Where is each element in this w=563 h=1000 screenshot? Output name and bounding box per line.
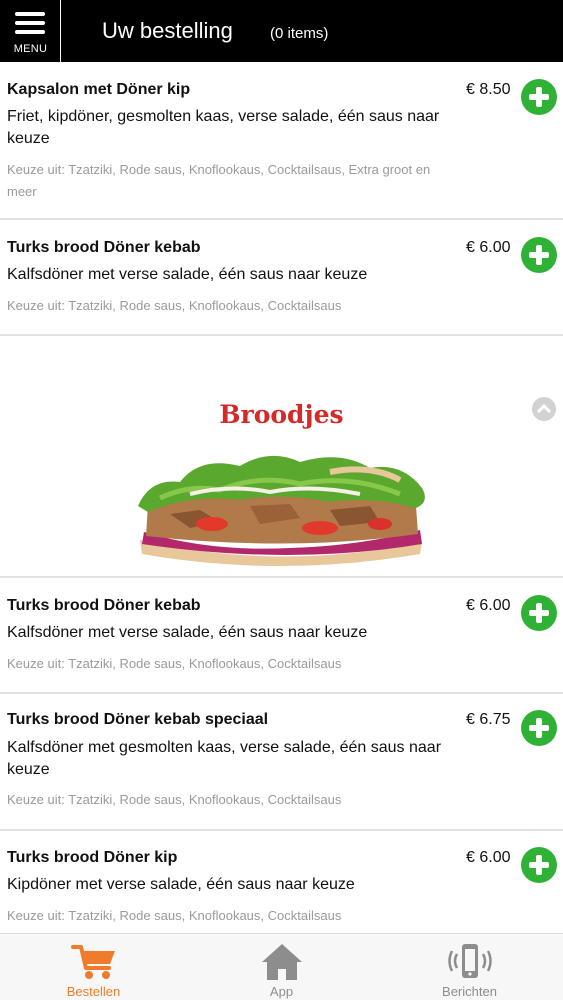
cart-icon	[70, 945, 115, 979]
menu-item[interactable]: Turks brood Döner kip Kipdöner met verse…	[0, 831, 563, 935]
nav-tab-bestellen[interactable]: Bestellen	[0, 934, 187, 1000]
bottom-navigation: Bestellen App Berichten	[0, 933, 563, 1000]
item-options: Keuze uit: Tzatziki, Rode saus, Knoflook…	[7, 908, 342, 923]
nav-tab-berichten[interactable]: Berichten	[376, 934, 563, 1000]
item-options: Keuze uit: Tzatziki, Rode saus, Knoflook…	[7, 298, 342, 313]
item-name: Turks brood Döner kebab	[7, 239, 201, 256]
add-item-button[interactable]	[521, 79, 557, 115]
item-options: Keuze uit: Tzatziki, Rode saus, Knoflook…	[7, 656, 342, 671]
item-price: € 6.00	[466, 597, 511, 614]
hamburger-icon	[15, 12, 45, 34]
item-price: € 6.00	[466, 849, 511, 866]
item-description: Kipdöner met verse salade, één saus naar…	[7, 876, 355, 893]
add-item-button[interactable]	[521, 237, 557, 273]
menu-item[interactable]: Turks brood Döner kebab speciaal Kalfsdö…	[0, 694, 563, 831]
item-name: Turks brood Döner kebab	[7, 597, 201, 614]
item-name: Kapsalon met Döner kip	[7, 81, 191, 98]
item-options: Keuze uit: Tzatziki, Rode saus, Knoflook…	[7, 162, 431, 199]
item-price: € 6.75	[466, 711, 511, 728]
nav-tab-app[interactable]: App	[188, 934, 375, 1000]
item-name: Turks brood Döner kip	[7, 849, 178, 866]
add-item-button[interactable]	[521, 595, 557, 631]
home-icon	[261, 944, 302, 980]
menu-item[interactable]: Turks brood Döner kebab Kalfsdöner met v…	[0, 220, 563, 336]
menu-item[interactable]: Turks brood Döner kebab Kalfsdöner met v…	[0, 578, 563, 694]
doner-sandwich-image	[138, 455, 425, 566]
menu-label: MENU	[13, 43, 48, 55]
add-item-button[interactable]	[521, 847, 557, 883]
nav-label: App	[269, 984, 294, 999]
item-description: Friet, kipdöner, gesmolten kaas, verse s…	[7, 108, 440, 147]
nav-label: Berichten	[442, 984, 497, 999]
nav-label: Bestellen	[66, 984, 121, 999]
item-name: Turks brood Döner kebab speciaal	[7, 711, 269, 728]
item-options: Keuze uit: Tzatziki, Rode saus, Knoflook…	[7, 792, 342, 807]
phone-icon	[447, 944, 492, 978]
item-price: € 6.00	[466, 239, 511, 256]
scroll-up-icon[interactable]	[532, 397, 556, 421]
page-title: Uw bestelling	[102, 18, 233, 43]
category-section: Broodjes	[0, 336, 563, 578]
category-title: Broodjes	[219, 400, 344, 429]
item-description: Kalfsdöner met gesmolten kaas, verse sal…	[7, 739, 442, 778]
menu-button[interactable]: MENU	[0, 0, 61, 62]
menu-item[interactable]: Kapsalon met Döner kip Friet, kipdöner, …	[0, 62, 563, 220]
item-price: € 8.50	[466, 81, 511, 98]
item-description: Kalfsdöner met verse salade, één saus na…	[7, 624, 368, 641]
order-item-count[interactable]: (0 items)	[270, 25, 328, 42]
item-description: Kalfsdöner met verse salade, één saus na…	[7, 266, 368, 283]
app-header: MENU Uw bestelling (0 items)	[0, 0, 563, 62]
add-item-button[interactable]	[521, 710, 557, 746]
